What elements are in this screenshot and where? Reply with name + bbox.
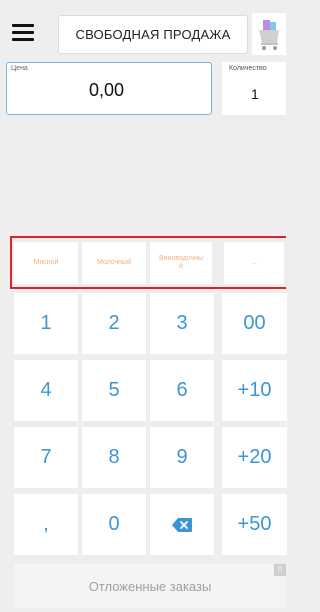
key-00[interactable]: 00 — [222, 293, 287, 354]
quantity-field[interactable]: Количество 1 — [222, 62, 286, 115]
price-label: Цена — [11, 65, 28, 72]
category-label: Мясной — [33, 259, 59, 266]
key-label: 6 — [176, 379, 188, 401]
key-label: 0 — [108, 513, 120, 535]
key-6[interactable]: 6 — [150, 360, 214, 421]
key-label: 7 — [40, 446, 52, 468]
category-more[interactable]: ... — [224, 242, 284, 284]
key-label: 00 — [243, 312, 266, 334]
deferred-count-badge: 0 — [274, 564, 286, 576]
key-plus-50[interactable]: +50 — [222, 494, 287, 555]
key-label: +50 — [237, 513, 272, 535]
sale-mode-button[interactable]: СВОБОДНАЯ ПРОДАЖА — [58, 15, 248, 54]
key-comma[interactable]: , — [14, 494, 78, 555]
hamburger-menu-icon[interactable] — [12, 20, 46, 46]
key-2[interactable]: 2 — [82, 293, 146, 354]
key-4[interactable]: 4 — [14, 360, 78, 421]
category-dairy[interactable]: Молочный — [82, 242, 146, 284]
key-label: 8 — [108, 446, 120, 468]
key-3[interactable]: 3 — [150, 293, 214, 354]
key-plus-10[interactable]: +10 — [222, 360, 287, 421]
price-field[interactable]: Цена 0,00 — [6, 62, 212, 115]
category-wine-vodka[interactable]: Виноводочный — [150, 242, 212, 284]
key-9[interactable]: 9 — [150, 427, 214, 488]
key-label: 1 — [40, 312, 52, 334]
key-label: 4 — [40, 379, 52, 401]
key-label: 3 — [176, 312, 188, 334]
key-8[interactable]: 8 — [82, 427, 146, 488]
key-1[interactable]: 1 — [14, 293, 78, 354]
category-label: Виноводочный — [158, 255, 204, 270]
quantity-value: 1 — [251, 86, 259, 102]
key-label: , — [43, 513, 49, 535]
quantity-label: Количество — [229, 65, 267, 72]
key-label: 5 — [108, 379, 120, 401]
key-0[interactable]: 0 — [82, 494, 146, 555]
category-label: ... — [251, 259, 257, 266]
deferred-orders-button[interactable]: Отложенные заказы — [14, 564, 286, 608]
key-5[interactable]: 5 — [82, 360, 146, 421]
top-bar: СВОБОДНАЯ ПРОДАЖА — [0, 0, 286, 60]
key-label: +20 — [237, 446, 272, 468]
category-meat[interactable]: Мясной — [14, 242, 78, 284]
price-value: 0,00 — [89, 80, 125, 100]
key-backspace[interactable] — [150, 494, 214, 555]
key-label: 9 — [176, 446, 188, 468]
key-plus-20[interactable]: +20 — [222, 427, 287, 488]
key-label: +10 — [237, 379, 272, 401]
sale-mode-label: СВОБОДНАЯ ПРОДАЖА — [75, 27, 231, 42]
key-7[interactable]: 7 — [14, 427, 78, 488]
cart-icon[interactable] — [252, 13, 286, 55]
deferred-orders-label: Отложенные заказы — [88, 578, 212, 594]
backspace-icon — [172, 517, 192, 532]
key-label: 2 — [108, 312, 120, 334]
category-label: Молочный — [96, 259, 131, 266]
